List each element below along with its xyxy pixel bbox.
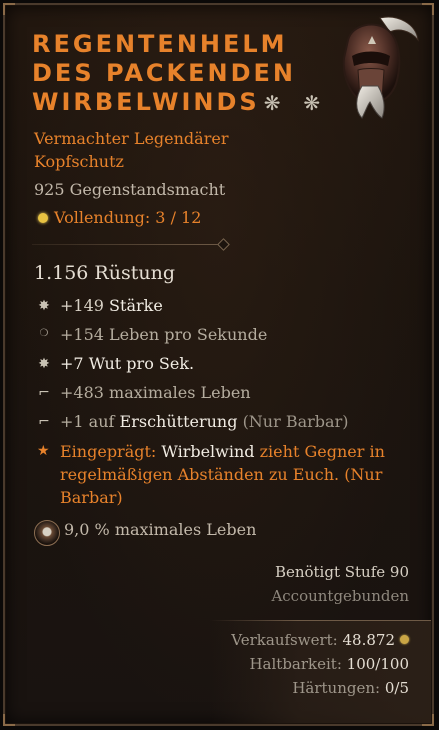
stat-label: Leben pro Sekunde xyxy=(109,325,268,344)
stat-skill: Erschütterung xyxy=(119,412,238,431)
stat-label: maximales Leben xyxy=(109,383,251,402)
stat-line: +483 maximales Leben xyxy=(60,383,251,402)
sell-value: 48.872 xyxy=(342,631,396,649)
stat-prefix: +1 auf xyxy=(60,412,115,431)
sell-value-label: Verkaufswert: xyxy=(231,631,338,649)
stat-line: +7 Wut pro Sek. xyxy=(60,354,194,373)
item-type: Kopfschutz xyxy=(34,152,124,171)
small-ring-icon: ❍ xyxy=(39,328,49,339)
required-level: Benötigt Stufe 90 xyxy=(274,563,409,581)
gold-coin-icon xyxy=(400,635,409,644)
socketed-gem-icon xyxy=(34,520,60,546)
stat-value: +7 xyxy=(60,354,84,373)
corner-ornament xyxy=(3,714,15,726)
rarity-line: Vermachter Legendärer xyxy=(34,129,229,148)
stat-class-restriction: (Nur Barbar) xyxy=(242,412,349,431)
masterwork-progress: Vollendung: 3 / 12 xyxy=(54,208,202,227)
aspect-skill: Wirbelwind xyxy=(161,442,255,461)
anvil-icon: ⌐ xyxy=(38,414,50,430)
aspect-label: Eingeprägt: xyxy=(60,442,157,461)
stat-label: Stärke xyxy=(109,296,163,315)
durability-label: Haltbarkeit: xyxy=(249,655,342,673)
masterwork-dot-icon xyxy=(38,213,48,223)
footer-divider xyxy=(210,620,431,621)
star-burst-icon: ✸ xyxy=(38,356,50,372)
stat-line: +1 auf Erschütterung (Nur Barbar) xyxy=(60,412,348,431)
sell-value-row: Verkaufswert: 48.872 xyxy=(231,631,409,649)
stat-value: +149 xyxy=(60,296,104,315)
section-divider xyxy=(32,238,230,251)
helmet-item-icon xyxy=(342,16,419,119)
armor-value: 1.156 Rüstung xyxy=(34,262,175,284)
tempers-row: Härtungen: 0/5 xyxy=(292,679,409,697)
imprint-star-icon: ★ xyxy=(37,443,50,459)
anvil-icon: ⌐ xyxy=(38,385,50,401)
gem-bonus: 9,0 % maximales Leben xyxy=(64,520,257,539)
item-power: 925 Gegenstandsmacht xyxy=(34,180,226,199)
star-burst-icon: ✸ xyxy=(38,298,50,314)
stat-line: +154 Leben pro Sekunde xyxy=(60,325,267,344)
stat-label: Wut pro Sek. xyxy=(88,354,195,373)
title-line-2: DES PACKENDEN xyxy=(32,59,297,87)
stat-line: +149 Stärke xyxy=(60,296,163,315)
imprinted-aspect: Eingeprägt: Wirbelwind zieht Gegner in r… xyxy=(60,440,390,509)
stat-value: +154 xyxy=(60,325,104,344)
durability-value: 100/100 xyxy=(346,655,409,673)
corner-ornament xyxy=(3,3,15,15)
stat-value: +483 xyxy=(60,383,104,402)
account-bound: Accountgebunden xyxy=(271,587,409,605)
item-title: REGENTENHELM DES PACKENDEN WIRBELWINDS ❋ … xyxy=(32,30,332,118)
tempers-value: 0/5 xyxy=(384,679,409,697)
tempers-label: Härtungen: xyxy=(292,679,381,697)
title-line-3: WIRBELWINDS xyxy=(32,88,260,116)
durability-row: Haltbarkeit: 100/100 xyxy=(249,655,409,673)
title-line-1: REGENTENHELM xyxy=(32,30,288,58)
